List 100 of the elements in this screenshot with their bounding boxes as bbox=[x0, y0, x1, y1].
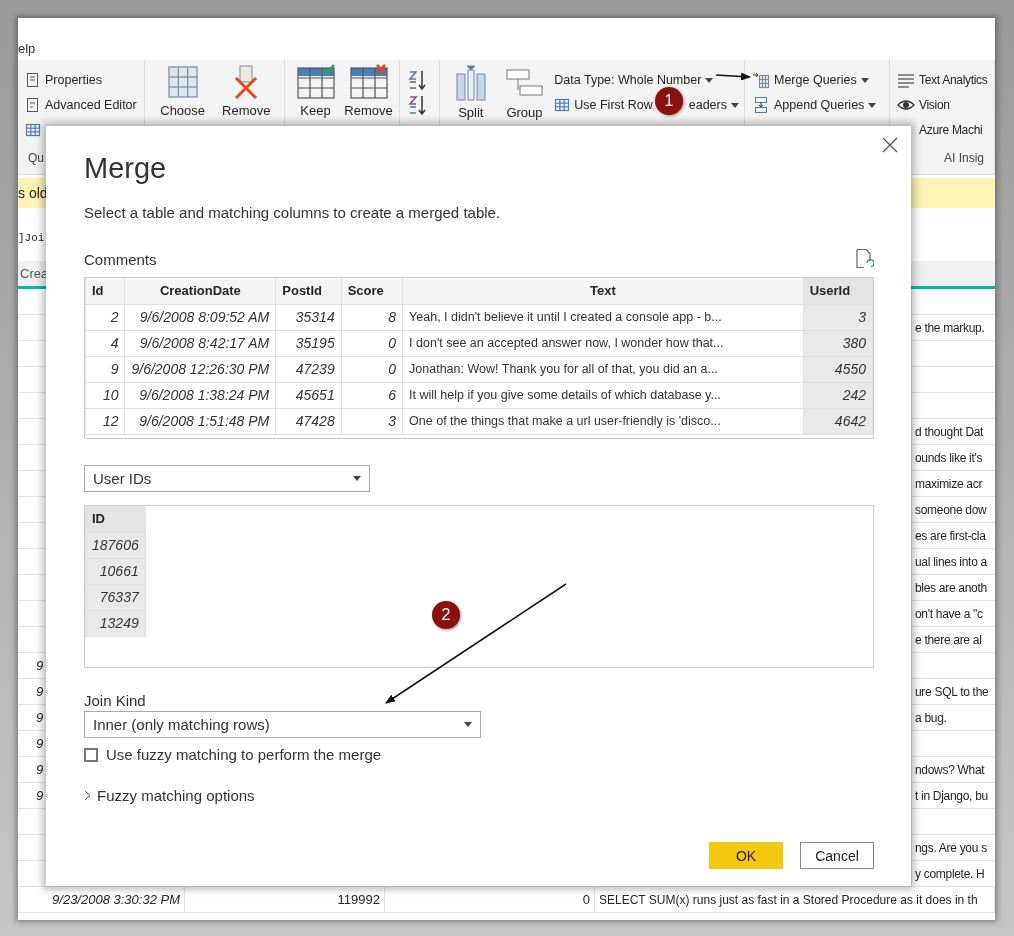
checkbox[interactable] bbox=[84, 747, 98, 762]
dropdown-label: Data Type: Whole Number bbox=[554, 73, 702, 87]
table-cell: 10 bbox=[85, 382, 125, 408]
dropdown-label: eaders bbox=[688, 98, 727, 112]
caret-icon bbox=[860, 77, 869, 83]
table-cell: 4642 bbox=[803, 408, 873, 434]
table-cell: 9/6/2008 1:38:24 PM bbox=[125, 382, 276, 408]
column-header[interactable]: Id bbox=[85, 278, 125, 304]
sort-descending-icon bbox=[407, 94, 427, 116]
table-cell: 0 bbox=[385, 887, 595, 912]
table-cell: 9/23/2008 3:30:32 PM bbox=[18, 887, 185, 912]
table-cell: 242 bbox=[803, 382, 873, 408]
table-cell-text: ounds like it's bbox=[914, 449, 984, 467]
table-cell-text: e the markup. bbox=[914, 319, 986, 337]
table-cell: 9/6/2008 12:26:30 PM bbox=[125, 356, 276, 382]
table-cell-text: on't have a "c bbox=[914, 605, 984, 623]
table-cell: 9/6/2008 1:51:48 PM bbox=[125, 408, 276, 434]
chevron-icon bbox=[84, 790, 91, 801]
table-cell: It will help if you give some details of which database y... bbox=[402, 382, 804, 408]
ribbon-button[interactable]: Advanced Editor bbox=[24, 93, 138, 117]
table-cell: 119992 bbox=[185, 887, 385, 912]
table-cell-text: someone dow bbox=[914, 501, 988, 519]
column-header[interactable]: PostId bbox=[275, 278, 342, 304]
ribbon-button[interactable]: Split bbox=[444, 64, 498, 120]
group-label: Qu bbox=[27, 151, 45, 165]
dialog-subtitle: Select a table and matching columns to create a merged table. bbox=[84, 204, 502, 221]
table-cell: 9/6/2008 8:09:52 AM bbox=[125, 304, 276, 330]
ribbon-dropdown[interactable]: Append Queries bbox=[751, 93, 878, 117]
sort-ascending-icon bbox=[407, 69, 427, 91]
close-icon bbox=[882, 137, 898, 153]
table-cell: 4550 bbox=[803, 356, 873, 382]
annotation-arrow bbox=[715, 72, 751, 81]
caret-icon bbox=[705, 77, 714, 83]
ribbon-button[interactable]: Azure Machi bbox=[896, 118, 984, 142]
table-cell: 2 bbox=[85, 304, 125, 330]
lines-icon bbox=[897, 72, 915, 88]
table-dropdown[interactable]: User IDs bbox=[84, 465, 370, 492]
table-cell: 9/6/2008 8:42:17 AM bbox=[125, 330, 276, 356]
editor-icon bbox=[25, 97, 41, 113]
ribbon-button[interactable]: Group bbox=[497, 64, 552, 120]
table-cell: 380 bbox=[803, 330, 873, 356]
table-cell: 9 bbox=[85, 356, 125, 382]
dropdown-label: Merge Queries bbox=[774, 73, 857, 87]
column-header[interactable]: Text bbox=[402, 278, 804, 304]
ribbon-button[interactable]: Remove bbox=[342, 64, 395, 118]
table-cell: 12 bbox=[85, 408, 125, 434]
dialog-title: Merge bbox=[84, 151, 168, 186]
dropdown-label: Append Queries bbox=[774, 98, 865, 112]
table-cell-text: es are first-cla bbox=[914, 527, 987, 545]
append-icon bbox=[752, 96, 770, 114]
column-header[interactable]: Score bbox=[341, 278, 403, 304]
table-cell-text: ual lines into a bbox=[914, 553, 988, 571]
table-cell: 10661 bbox=[85, 558, 146, 584]
table-cell-text: bles are anoth bbox=[914, 579, 988, 597]
table-cell: 187606 bbox=[85, 532, 146, 558]
table-cell: 13249 bbox=[85, 610, 146, 636]
column-header[interactable]: CreationDate bbox=[125, 278, 276, 304]
table-cell-text: y complete. H bbox=[914, 865, 986, 883]
table-name: Comments bbox=[84, 250, 157, 268]
table-cell-text: ure SQL to the bbox=[914, 683, 990, 701]
table-cell: SELECT SUM(x) runs just as fast in a Stored Procedure as it does in th bbox=[595, 887, 995, 912]
ribbon-button[interactable]: Remove bbox=[216, 64, 277, 118]
caret-icon bbox=[868, 102, 877, 108]
column-header[interactable]: ID bbox=[85, 506, 146, 532]
table-cell-text: d thought Dat bbox=[914, 423, 985, 441]
table-check-icon bbox=[295, 64, 336, 100]
formula-text: ]Joi bbox=[18, 231, 46, 246]
dialog-button[interactable]: Cancel bbox=[800, 842, 874, 869]
table-cell-text: ngs. Are you s bbox=[914, 839, 988, 857]
eye-icon bbox=[897, 99, 915, 111]
dropdown-label: Use First Row bbox=[574, 98, 653, 112]
table-cell: One of the things that make a url user-friendly is 'disco... bbox=[402, 408, 804, 434]
table-cell: 76337 bbox=[85, 584, 146, 610]
table-cell-text: e there are al bbox=[914, 631, 983, 649]
table-cell-text: maximize acr bbox=[914, 475, 984, 493]
sort-button[interactable] bbox=[406, 68, 428, 92]
properties-icon bbox=[25, 72, 41, 88]
table-cell-text: t in Django, bu bbox=[914, 787, 989, 805]
ribbon-button[interactable]: Vision bbox=[896, 93, 951, 117]
merge-icon bbox=[752, 71, 770, 89]
sort-button[interactable] bbox=[406, 93, 428, 117]
menu-tab[interactable]: elp bbox=[18, 41, 36, 56]
table-cell: Jonathan: Wow! Thank you for all of that, you did an a... bbox=[402, 356, 804, 382]
table-icon bbox=[554, 97, 571, 113]
ribbon-button[interactable]: Choose bbox=[152, 64, 213, 118]
ribbon-dropdown[interactable]: Merge Queries bbox=[751, 68, 870, 92]
column-header[interactable]: UserId bbox=[803, 278, 873, 304]
table-cell: 3 bbox=[803, 304, 873, 330]
ribbon-button[interactable]: Properties bbox=[24, 68, 103, 92]
table-cross-icon bbox=[348, 64, 389, 100]
caret-icon bbox=[464, 722, 472, 727]
table-cell: Yeah, I didn't believe it until I created a console app - b... bbox=[402, 304, 804, 330]
table-icon bbox=[25, 122, 41, 138]
refresh-icon bbox=[854, 248, 874, 270]
join-kind-dropdown[interactable]: Inner (only matching rows) bbox=[84, 711, 481, 738]
dialog-button[interactable]: OK bbox=[709, 842, 783, 869]
caret-icon bbox=[353, 476, 361, 481]
group-label: AI Insig bbox=[942, 151, 985, 165]
ribbon-button[interactable]: Keep bbox=[289, 64, 342, 118]
ribbon-button[interactable]: Text Analytics bbox=[896, 68, 989, 92]
